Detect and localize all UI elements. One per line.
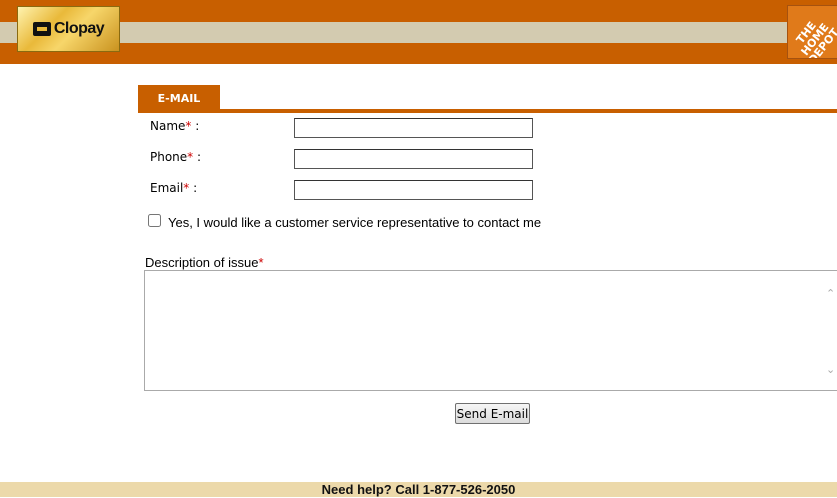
phone-label: Phone* : <box>150 150 202 164</box>
clopay-logo-text: Clopay <box>53 20 105 37</box>
clopay-logo-icon <box>32 22 51 36</box>
phone-field[interactable] <box>294 149 533 169</box>
scroll-down-icon[interactable]: ⌄ <box>826 363 835 376</box>
email-label: Email* : <box>150 181 198 195</box>
tab-underline <box>138 109 837 113</box>
help-footer: Need help? Call 1-877-526-2050 <box>0 482 837 497</box>
tab-email[interactable]: E-MAIL <box>138 85 220 110</box>
email-field[interactable] <box>294 180 533 200</box>
site-header: Clopay THE HOME DEPOT <box>0 0 837 64</box>
send-email-button[interactable]: Send E-mail <box>455 403 530 424</box>
home-depot-logo[interactable]: THE HOME DEPOT <box>787 5 837 59</box>
description-textarea[interactable] <box>144 270 837 391</box>
scroll-up-icon[interactable]: ⌃ <box>826 287 835 300</box>
contact-checkbox[interactable] <box>148 214 161 227</box>
contact-checkbox-label: Yes, I would like a customer service rep… <box>168 215 542 230</box>
name-label: Name* : <box>150 119 200 133</box>
clopay-logo[interactable]: Clopay <box>17 6 120 52</box>
header-stripe <box>0 22 837 43</box>
description-label: Description of issue* <box>145 255 264 270</box>
name-field[interactable] <box>294 118 533 138</box>
home-depot-logo-text: THE HOME DEPOT <box>793 19 837 59</box>
